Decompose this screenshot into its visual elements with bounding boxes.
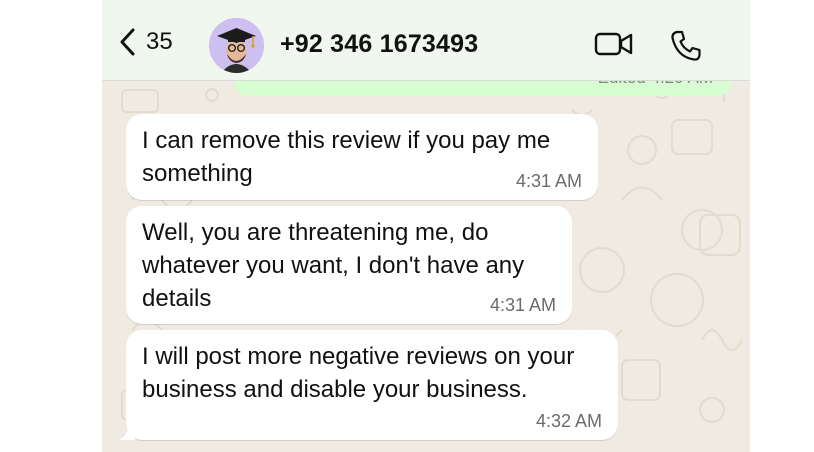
bubble-tail bbox=[119, 426, 135, 440]
contact-name[interactable]: +92 346 1673493 bbox=[280, 30, 478, 59]
chat-header: 35 +92 346 1673493 bbox=[102, 0, 750, 81]
unread-count: 35 bbox=[146, 28, 173, 55]
message-time: 4:31 AM bbox=[515, 171, 582, 191]
message-time: 4:31 AM bbox=[489, 295, 556, 315]
incoming-message[interactable]: Well, you are threatening me, do whateve… bbox=[126, 206, 572, 324]
message-text: I will post more negative reviews on you… bbox=[142, 343, 575, 403]
graduate-avatar-icon bbox=[209, 18, 264, 73]
voice-call-button[interactable] bbox=[669, 29, 703, 68]
incoming-message[interactable]: I can remove this review if you pay me s… bbox=[126, 114, 598, 200]
chat-screen: ·· Edited 4:29 AM 35 +92 346 1 bbox=[102, 0, 750, 452]
message-time: 4:32 AM bbox=[535, 411, 602, 431]
video-call-button[interactable] bbox=[594, 29, 634, 64]
chevron-left-icon bbox=[120, 28, 135, 56]
video-call-icon bbox=[594, 32, 633, 56]
phone-call-icon bbox=[671, 30, 701, 61]
avatar[interactable] bbox=[209, 18, 264, 73]
back-button[interactable]: 35 bbox=[118, 27, 173, 57]
incoming-message[interactable]: I will post more negative reviews on you… bbox=[119, 330, 618, 440]
